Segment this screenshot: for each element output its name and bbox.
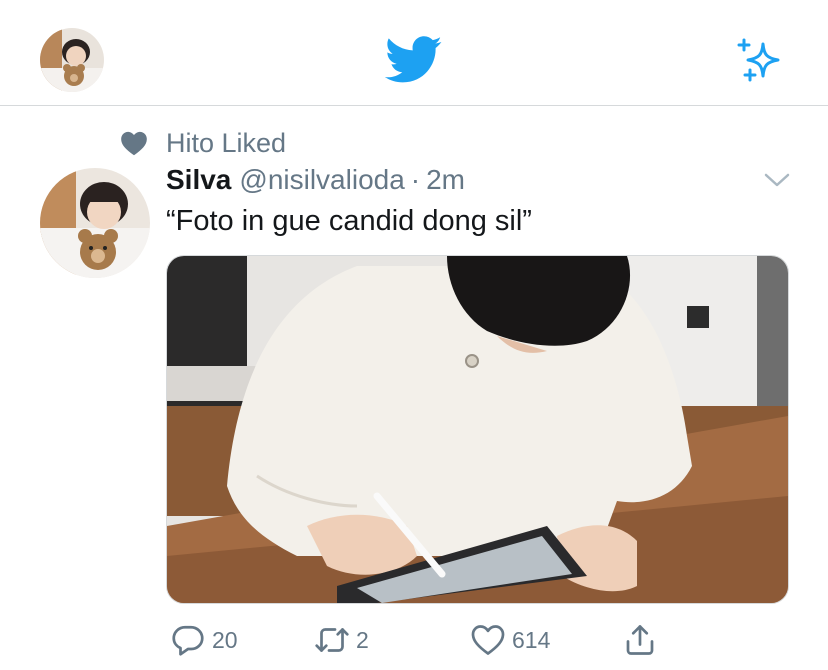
reply-count: 20 xyxy=(212,626,238,653)
retweet-icon xyxy=(315,628,349,652)
account-avatar[interactable] xyxy=(40,28,104,92)
tweet-timestamp[interactable]: 2m xyxy=(426,164,465,196)
like-count: 614 xyxy=(512,626,551,653)
twitter-bird-icon[interactable] xyxy=(385,36,443,84)
sparkle-icon[interactable] xyxy=(733,36,785,84)
tweet-text: “Foto in gue candid dong sil” xyxy=(166,205,532,237)
like-button[interactable]: 614 xyxy=(470,620,550,660)
author-name[interactable]: Silva xyxy=(166,164,231,196)
photo-person-drawing-on-tablet xyxy=(167,256,788,603)
separator-dot: · xyxy=(410,164,421,195)
tweet-media-photo[interactable] xyxy=(166,255,789,604)
author-avatar[interactable] xyxy=(40,168,150,278)
heart-outline-icon xyxy=(471,625,505,655)
social-context: Hito Liked xyxy=(120,127,286,159)
top-bar xyxy=(0,0,828,106)
heart-icon xyxy=(121,131,147,156)
tweet-actions: 20 2 614 xyxy=(166,620,666,660)
share-button[interactable] xyxy=(622,620,658,660)
retweet-count: 2 xyxy=(356,626,369,653)
social-context-text: Hito Liked xyxy=(166,127,287,158)
retweet-button[interactable]: 2 xyxy=(314,620,369,660)
share-icon xyxy=(626,625,654,655)
author-handle[interactable]: @nisilvalioda xyxy=(239,164,404,196)
tweet-header: Silva @nisilvalioda · 2m xyxy=(166,164,465,200)
reply-button[interactable]: 20 xyxy=(170,620,238,660)
reply-icon xyxy=(172,625,204,656)
chevron-down-icon[interactable] xyxy=(764,172,790,188)
